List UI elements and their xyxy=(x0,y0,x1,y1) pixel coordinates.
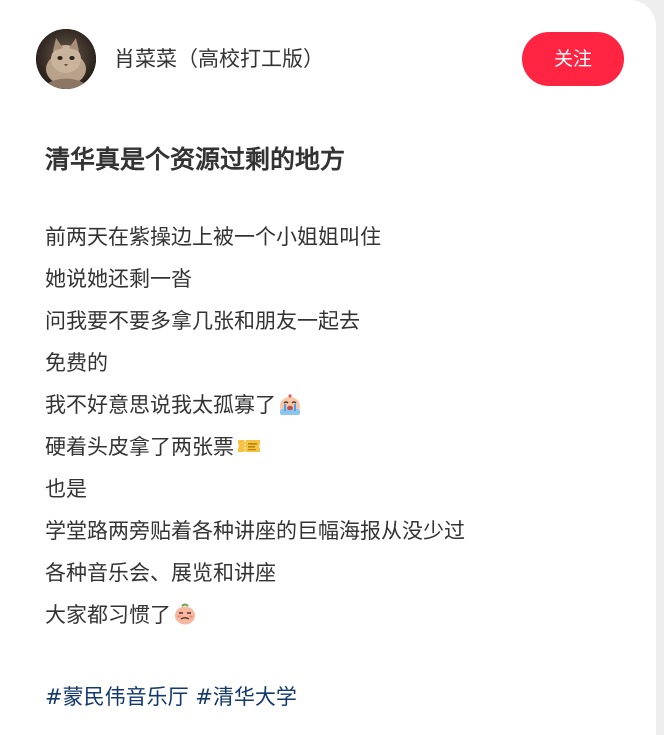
post-line-text: 前两天在紫操边上被一个小姐姐叫住 xyxy=(45,225,381,249)
post-title: 清华真是个资源过剩的地方 xyxy=(45,145,346,174)
author-avatar[interactable] xyxy=(36,29,96,89)
hashtag-list: #蒙民伟音乐厅 #清华大学 xyxy=(45,677,297,717)
ticket-emoji-icon xyxy=(236,430,262,472)
post-line: 大家都习惯了 xyxy=(45,594,465,636)
author-name[interactable]: 肖菜菜（高校打工版） xyxy=(114,45,324,73)
post-line: 硬着头皮拿了两张票 xyxy=(45,426,465,468)
post-line-text: 大家都习惯了 xyxy=(45,603,171,627)
hashtag-link[interactable]: #蒙民伟音乐厅 xyxy=(45,685,189,709)
post-line-text: 她说她还剩一沓 xyxy=(45,267,192,291)
post-line: 她说她还剩一沓 xyxy=(45,258,465,300)
post-line: 学堂路两旁贴着各种讲座的巨幅海报从没少过 xyxy=(45,510,465,552)
post-line-text: 我不好意思说我太孤寡了 xyxy=(45,393,276,417)
note-card: 肖菜菜（高校打工版） 关注 清华真是个资源过剩的地方 前两天在紫操边上被一个小姐… xyxy=(0,0,656,735)
post-line-text: 问我要不要多拿几张和朋友一起去 xyxy=(45,309,360,333)
post-line: 也是 xyxy=(45,468,465,510)
post-line-text: 也是 xyxy=(45,477,87,501)
post-line: 前两天在紫操边上被一个小姐姐叫住 xyxy=(45,216,465,258)
shrugging-face-emoji-icon xyxy=(173,598,197,640)
author-bar: 肖菜菜（高校打工版） 关注 xyxy=(36,29,624,89)
cat-photo-avatar-icon xyxy=(36,29,96,89)
post-line-text: 学堂路两旁贴着各种讲座的巨幅海报从没少过 xyxy=(45,519,465,543)
post-line: 免费的 xyxy=(45,342,465,384)
post-line-text: 免费的 xyxy=(45,351,108,375)
hashtag-link[interactable]: #清华大学 xyxy=(195,685,297,709)
crying-face-emoji-icon xyxy=(278,388,302,430)
post-line: 我不好意思说我太孤寡了 xyxy=(45,384,465,426)
post-body: 前两天在紫操边上被一个小姐姐叫住 她说她还剩一沓 问我要不要多拿几张和朋友一起去… xyxy=(45,216,465,636)
post-line: 问我要不要多拿几张和朋友一起去 xyxy=(45,300,465,342)
post-line-text: 各种音乐会、展览和讲座 xyxy=(45,561,276,585)
post-line-text: 硬着头皮拿了两张票 xyxy=(45,435,234,459)
post-line: 各种音乐会、展览和讲座 xyxy=(45,552,465,594)
follow-button[interactable]: 关注 xyxy=(522,32,624,86)
